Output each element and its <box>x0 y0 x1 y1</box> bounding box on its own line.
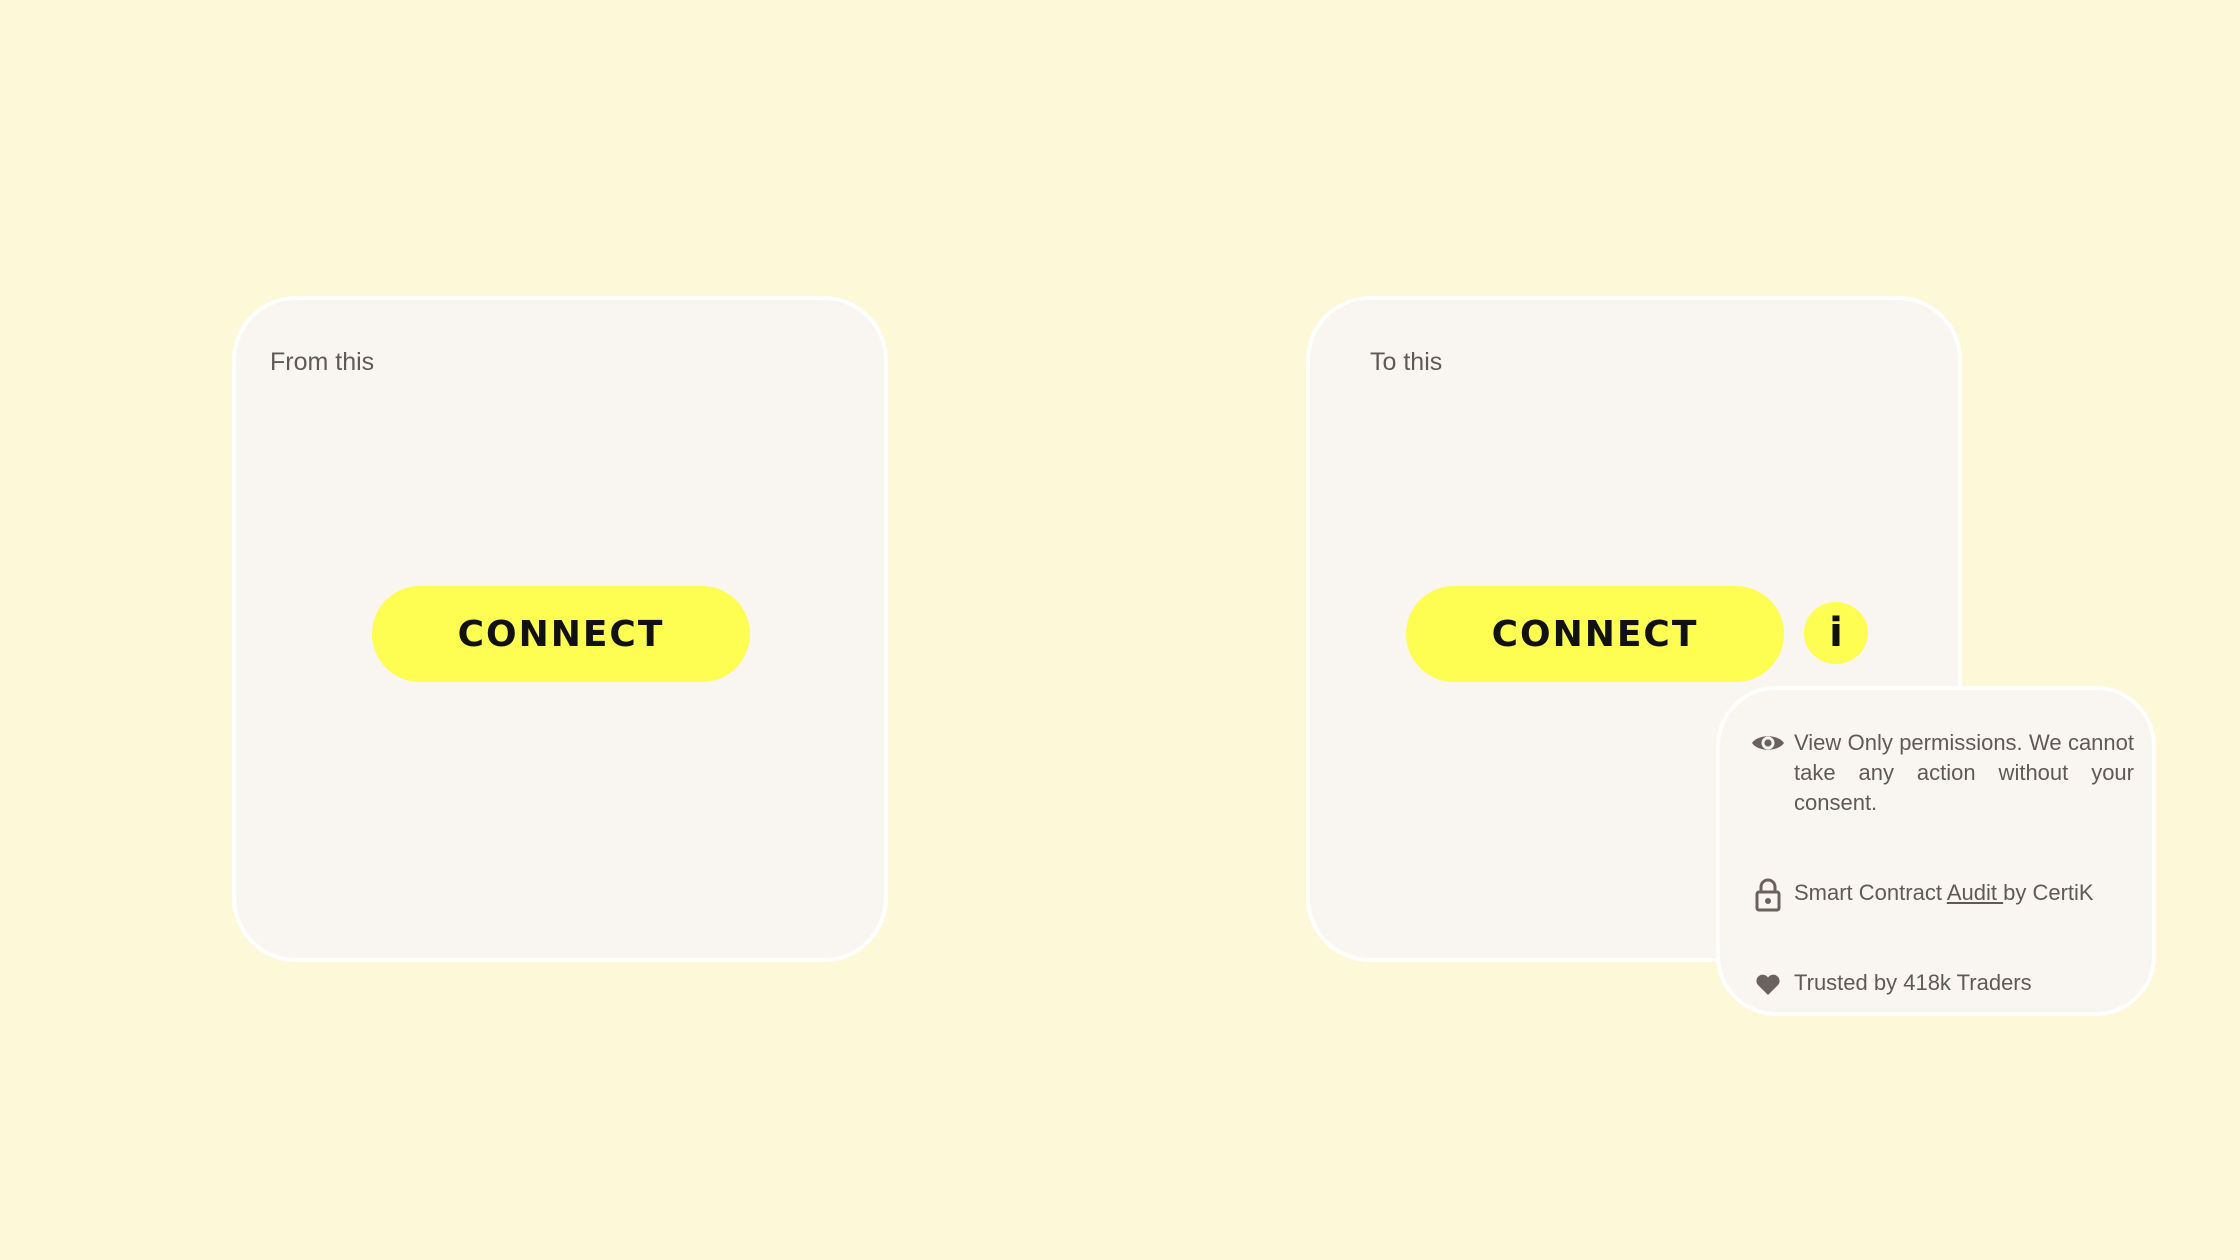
info-button[interactable]: i <box>1804 602 1868 664</box>
after-card-label: To this <box>1370 348 1443 376</box>
heart-icon <box>1750 968 1786 996</box>
connect-button-before[interactable]: CONNECT <box>372 586 750 682</box>
trust-text: Trusted by 418k Traders <box>1794 970 2032 995</box>
audit-row: Smart Contract Audit by CertiK <box>1750 878 2134 912</box>
info-popover: View Only permissions. We cannot take an… <box>1716 686 2156 1016</box>
audit-text: Smart Contract Audit by CertiK <box>1794 878 2134 908</box>
audit-suffix: by CertiK <box>2003 880 2094 905</box>
trust-row: Trusted by 418k Traders <box>1750 968 2134 998</box>
permissions-row: View Only permissions. We cannot take an… <box>1750 728 2134 818</box>
before-card: From this CONNECT <box>232 296 888 962</box>
eye-icon <box>1750 728 1786 754</box>
connect-button-after[interactable]: CONNECT <box>1406 586 1784 682</box>
permissions-text: View Only permissions. We cannot take an… <box>1794 730 2134 815</box>
audit-link[interactable]: Audit <box>1947 880 2003 905</box>
lock-icon <box>1750 878 1786 912</box>
before-card-label: From this <box>270 348 375 376</box>
audit-prefix: Smart Contract <box>1794 880 1947 905</box>
